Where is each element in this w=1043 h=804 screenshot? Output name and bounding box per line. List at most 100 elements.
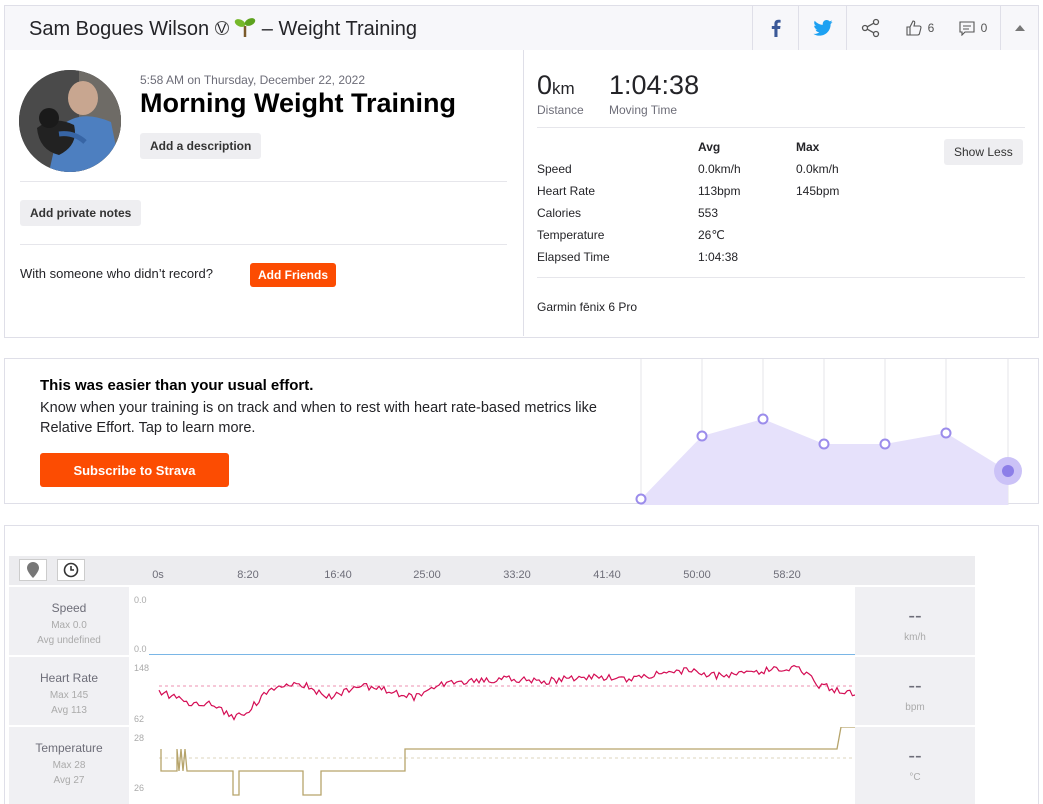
- stream-avg: Avg 27: [53, 775, 85, 786]
- activity-datetime: 5:58 AM on Thursday, December 22, 2022: [140, 73, 366, 87]
- stream-hover-value: -- °C: [855, 727, 975, 804]
- show-less-button[interactable]: Show Less: [944, 139, 1023, 165]
- stat-label: Elapsed Time: [537, 250, 610, 264]
- promo-body: Know when your training is on track and …: [40, 400, 597, 436]
- analysis-panel: 0s 8:20 16:40 25:00 33:20 41:40 50:00 58…: [4, 525, 1039, 804]
- current-effort-point: [1002, 465, 1014, 477]
- effort-point: [940, 427, 952, 439]
- stat-label: Calories: [537, 206, 582, 220]
- promo-heading: This was easier than your usual effort.: [40, 377, 314, 394]
- time-tick: 50:00: [683, 569, 711, 581]
- share-button[interactable]: [846, 6, 894, 50]
- stat-max: 0.0km/h: [796, 162, 839, 176]
- stat-avg: 113bpm: [698, 184, 741, 198]
- twitter-share-button[interactable]: [798, 6, 846, 50]
- thumbs-up-icon: [906, 20, 922, 36]
- comment-count: 0: [980, 21, 988, 35]
- kudos-button[interactable]: 6: [894, 6, 946, 50]
- time-tick: 8:20: [237, 569, 259, 581]
- relative-effort-promo[interactable]: This was easier than your usual effort. …: [4, 358, 1039, 505]
- effort-point: [879, 438, 891, 450]
- athlete-avatar[interactable]: [19, 70, 121, 172]
- divider: [537, 277, 1025, 278]
- caret-up-icon: [1014, 25, 1025, 31]
- divider: [20, 181, 507, 182]
- clock-icon: [63, 562, 79, 578]
- stat-avg: 26℃: [698, 228, 725, 242]
- twitter-icon: [812, 20, 833, 36]
- comments-button[interactable]: 0: [946, 6, 1000, 50]
- subscriber-badge-icon: V: [214, 21, 229, 35]
- activity-summary: 5:58 AM on Thursday, December 22, 2022 M…: [4, 50, 1039, 338]
- comment-icon: [959, 20, 975, 36]
- stat-max: 145bpm: [796, 184, 840, 198]
- distance-stat: 0km Distance: [537, 70, 584, 117]
- stream-hover-value: -- km/h: [855, 587, 975, 655]
- speed-stream[interactable]: Speed Max 0.0 Avg undefined 0.0 0.0 -- k…: [9, 587, 975, 655]
- moving-time-label: Moving Time: [609, 103, 678, 117]
- stream-hover-value: -- bpm: [855, 657, 975, 725]
- sport-type: Weight Training: [278, 18, 418, 40]
- stream-name: Speed: [51, 601, 87, 615]
- map-pin-icon: [27, 562, 39, 578]
- add-private-notes-button[interactable]: Add private notes: [20, 200, 142, 226]
- title-separator: –: [261, 18, 273, 40]
- share-icon: [861, 18, 879, 38]
- stream-name: Heart Rate: [39, 671, 99, 685]
- stream-max: Max 28: [52, 760, 86, 771]
- facebook-share-button[interactable]: [752, 6, 798, 50]
- add-description-button[interactable]: Add a description: [140, 133, 262, 159]
- heart-rate-stream[interactable]: Heart Rate Max 145 Avg 113 148 62 -- bpm: [9, 657, 975, 725]
- distance-unit: km: [552, 79, 575, 98]
- stream-name: Temperature: [35, 741, 103, 755]
- stat-label: Speed: [537, 162, 572, 176]
- stream-avg: Avg 113: [51, 705, 87, 716]
- kudos-count: 6: [927, 21, 935, 35]
- time-tick: 33:20: [503, 569, 531, 581]
- max-header: Max: [796, 140, 820, 154]
- moving-time-stat: 1:04:38 Moving Time: [609, 70, 699, 117]
- time-tick: 41:40: [593, 569, 621, 581]
- temperature-stream[interactable]: Temperature Max 28 Avg 27 28 26 -- °C: [9, 727, 975, 804]
- stream-max: Max 145: [49, 690, 89, 701]
- athlete-name[interactable]: Sam Bogues Wilson: [29, 18, 209, 40]
- distance-value: 0: [537, 70, 553, 100]
- subscribe-button[interactable]: Subscribe to Strava: [40, 453, 229, 487]
- device-name[interactable]: Garmin fēnix 6 Pro: [537, 300, 637, 314]
- moving-time-value: 1:04:38: [609, 70, 700, 100]
- with-someone-text: With someone who didn’t record?: [20, 266, 213, 281]
- activity-header: Sam Bogues Wilson V – Weight Training 6 …: [4, 5, 1039, 51]
- facebook-icon: [771, 19, 781, 37]
- distance-label: Distance: [537, 103, 584, 117]
- effort-point: [818, 438, 830, 450]
- stream-label: Speed Max 0.0 Avg undefined: [9, 587, 129, 655]
- time-tick: 16:40: [324, 569, 352, 581]
- time-tick: 25:00: [413, 569, 441, 581]
- heart-rate-line: [158, 664, 855, 721]
- activity-title[interactable]: Morning Weight Training: [140, 88, 456, 119]
- distance-axis-toggle[interactable]: [19, 559, 47, 581]
- collapse-button[interactable]: [1000, 6, 1038, 50]
- divider: [537, 127, 1025, 128]
- stat-avg: 553: [698, 206, 719, 220]
- time-tick: 0s: [152, 569, 164, 581]
- speed-line: [149, 654, 855, 655]
- add-friends-button[interactable]: Add Friends: [250, 263, 336, 287]
- time-axis-bar: 0s 8:20 16:40 25:00 33:20 41:40 50:00 58…: [9, 556, 975, 585]
- stat-label: Heart Rate: [537, 184, 596, 198]
- temperature-line: [159, 727, 855, 796]
- summary-divider: [523, 50, 524, 336]
- stream-avg: Avg undefined: [37, 635, 101, 646]
- effort-point: [635, 493, 647, 505]
- stream-label: Temperature Max 28 Avg 27: [9, 727, 129, 804]
- stream-label: Heart Rate Max 145 Avg 113: [9, 657, 129, 725]
- stat-avg: 1:04:38: [698, 250, 739, 264]
- relative-effort-chart: [635, 359, 1022, 505]
- divider: [20, 244, 507, 245]
- avg-header: Avg: [698, 140, 721, 154]
- stream-max: Max 0.0: [51, 620, 87, 631]
- effort-point: [757, 413, 769, 425]
- stat-avg: 0.0km/h: [698, 162, 741, 176]
- time-axis-toggle[interactable]: [57, 559, 85, 581]
- stat-label: Temperature: [537, 228, 605, 242]
